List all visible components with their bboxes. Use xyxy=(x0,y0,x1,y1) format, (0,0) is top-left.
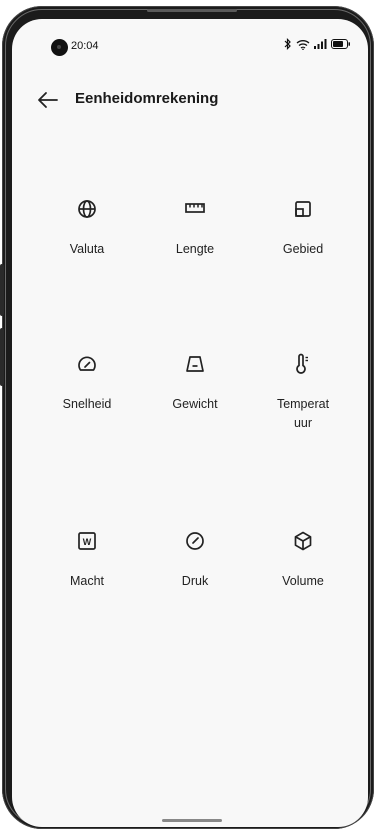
power-icon: W xyxy=(78,532,96,550)
thermometer-icon xyxy=(296,353,308,374)
unit-label: Temperat uur xyxy=(276,397,330,430)
unit-label: Valuta xyxy=(69,242,105,256)
unit-lengte[interactable]: Lengte xyxy=(140,197,250,259)
area-icon xyxy=(295,201,311,217)
unit-grid: Valuta Lengte Gebied Snelheid Gewicht Te… xyxy=(12,19,368,827)
weight-icon xyxy=(186,356,204,372)
phone-frame: 20:04 Eenheidomrekening Valuta Lengte Ge… xyxy=(0,6,374,829)
volume-down-button xyxy=(0,328,4,386)
earpiece xyxy=(147,9,237,12)
unit-label: Volume xyxy=(282,574,324,588)
ruler-icon xyxy=(185,203,205,213)
cube-icon xyxy=(294,531,312,551)
volume-up-button xyxy=(0,264,4,316)
globe-icon xyxy=(78,200,96,218)
unit-gewicht[interactable]: Gewicht xyxy=(140,352,250,414)
unit-label: Snelheid xyxy=(62,397,112,411)
unit-temperatuur[interactable]: Temperat uur xyxy=(248,352,358,433)
unit-macht[interactable]: W Macht xyxy=(32,529,142,591)
speedometer-icon xyxy=(78,356,96,371)
power-badge: W xyxy=(83,537,92,547)
unit-druk[interactable]: Druk xyxy=(140,529,250,591)
unit-snelheid[interactable]: Snelheid xyxy=(32,352,142,414)
unit-gebied[interactable]: Gebied xyxy=(248,197,358,259)
gauge-icon xyxy=(186,532,204,550)
home-indicator[interactable] xyxy=(162,819,222,822)
unit-label: Macht xyxy=(69,574,105,588)
screen: 20:04 Eenheidomrekening Valuta Lengte Ge… xyxy=(12,19,368,827)
unit-valuta[interactable]: Valuta xyxy=(32,197,142,259)
unit-label: Gewicht xyxy=(172,397,218,411)
unit-label: Lengte xyxy=(175,242,215,256)
unit-label: Druk xyxy=(181,574,209,588)
unit-label: Gebied xyxy=(282,242,324,256)
unit-volume[interactable]: Volume xyxy=(248,529,358,591)
